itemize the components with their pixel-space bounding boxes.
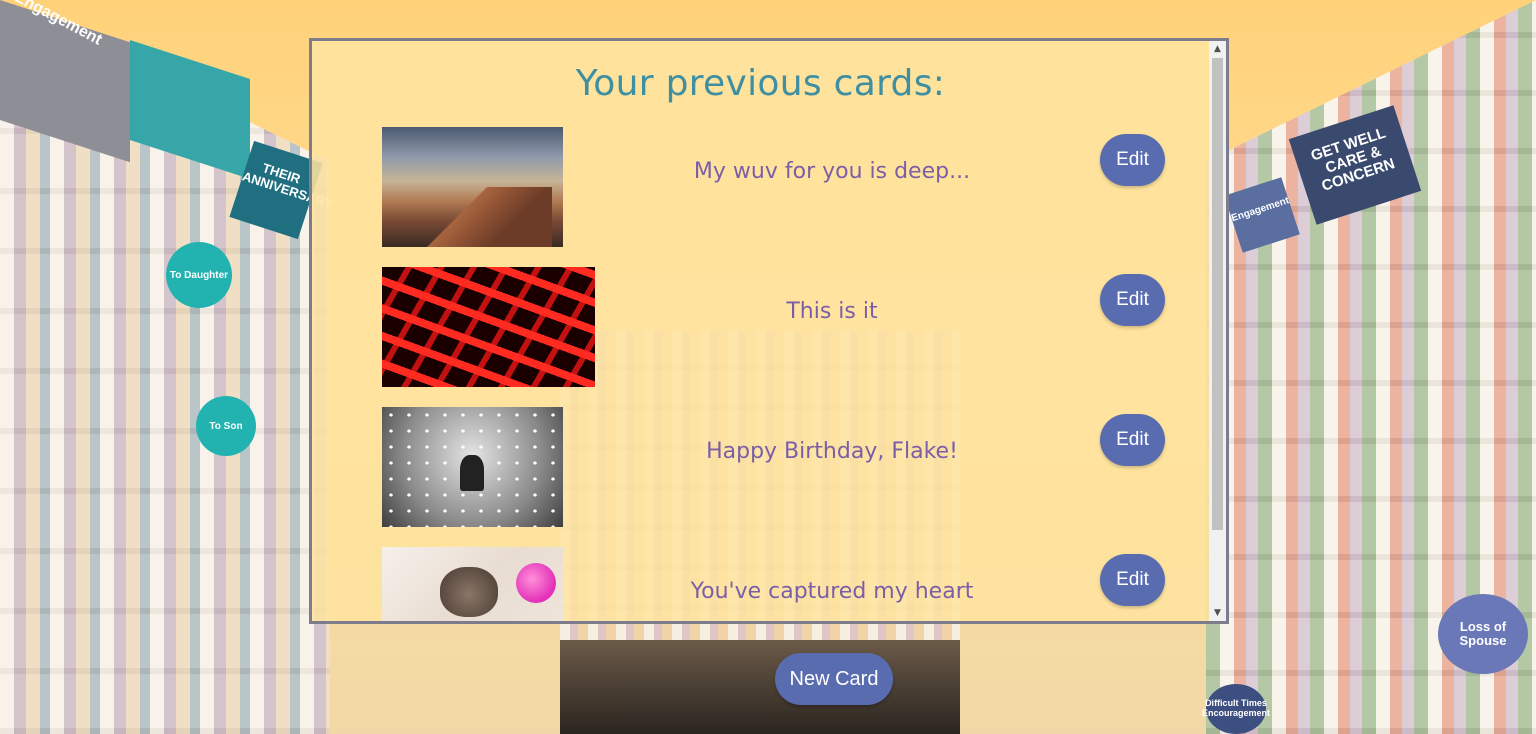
to-daughter-sign: To Daughter xyxy=(166,242,232,308)
edit-card-button[interactable]: Edit xyxy=(1100,134,1165,186)
scrollbar-thumb[interactable] xyxy=(1212,58,1223,530)
edit-card-button[interactable]: Edit xyxy=(1100,554,1165,606)
store-floor xyxy=(560,640,960,734)
vertical-scrollbar[interactable]: ▲ ▼ xyxy=(1209,41,1226,621)
card-thumbnail-snow[interactable] xyxy=(382,407,563,527)
card-thumbnail-kitten[interactable] xyxy=(382,547,563,621)
loss-of-spouse-sign: Loss of Spouse xyxy=(1438,594,1528,674)
edit-card-button[interactable]: Edit xyxy=(1100,414,1165,466)
card-row: My wuv for you is deep... Edit xyxy=(312,127,1209,257)
card-message: You've captured my heart xyxy=(690,579,974,604)
card-message: Happy Birthday, Flake! xyxy=(706,439,958,464)
scroll-up-arrow-icon[interactable]: ▲ xyxy=(1209,41,1226,57)
card-message: This is it xyxy=(786,299,878,324)
scroll-down-arrow-icon[interactable]: ▼ xyxy=(1209,605,1226,621)
to-son-sign: To Son xyxy=(196,396,256,456)
previous-cards-list: Your previous cards: My wuv for you is d… xyxy=(312,41,1209,621)
card-row: Happy Birthday, Flake! Edit xyxy=(312,407,1209,537)
page-title: Your previous cards: xyxy=(575,63,946,104)
card-message: My wuv for you is deep... xyxy=(693,159,971,184)
card-row: This is it Edit xyxy=(312,267,1209,397)
difficult-times-sign: Difficult Times Encouragement xyxy=(1202,684,1270,734)
card-thumbnail-keyboard[interactable] xyxy=(382,267,595,387)
previous-cards-panel[interactable]: Your previous cards: My wuv for you is d… xyxy=(309,38,1229,624)
new-card-button[interactable]: New Card xyxy=(775,653,893,705)
card-row: You've captured my heart Edit xyxy=(312,547,1209,621)
edit-card-button[interactable]: Edit xyxy=(1100,274,1165,326)
card-thumbnail-canyon[interactable] xyxy=(382,127,563,247)
